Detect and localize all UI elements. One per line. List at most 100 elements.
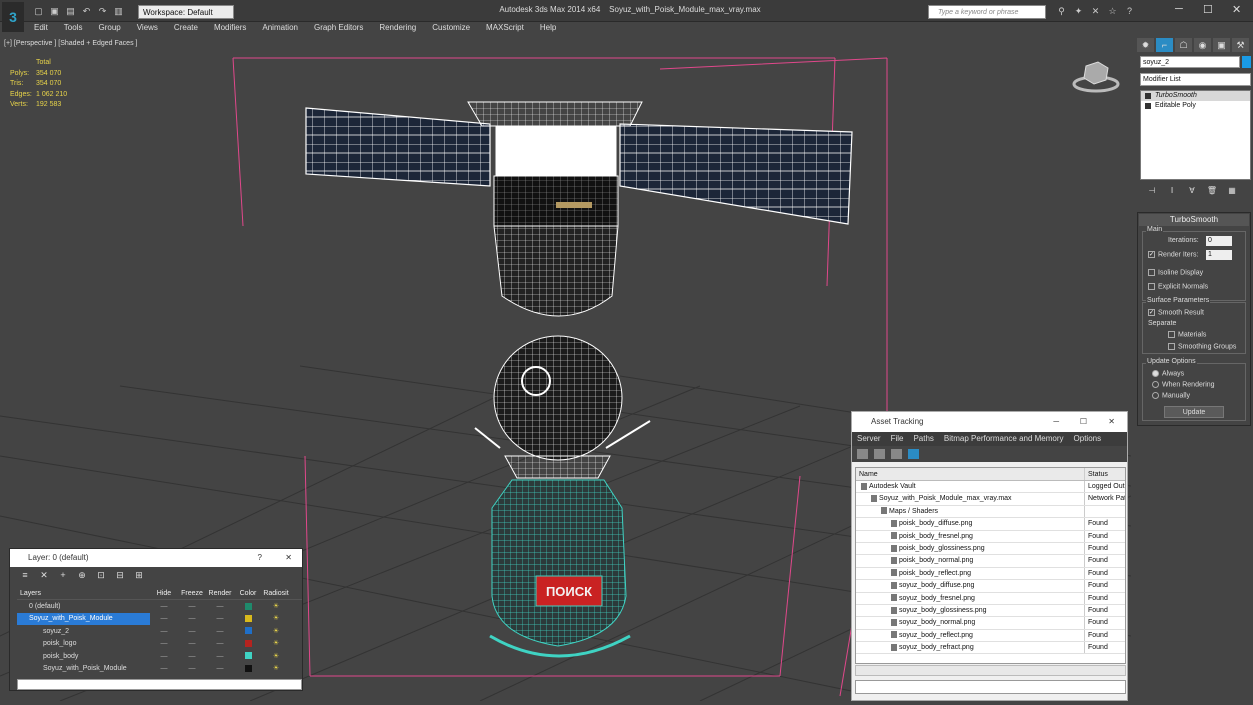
- hierarchy-tab-icon[interactable]: ☖: [1175, 38, 1192, 52]
- favorites-star-icon[interactable]: ☆: [1105, 5, 1120, 17]
- column-layers[interactable]: Layers: [17, 588, 150, 599]
- column-hide[interactable]: Hide: [150, 588, 178, 599]
- layer-name[interactable]: Soyuz_with_Poisk_Module: [17, 613, 150, 626]
- layer-freeze-toggle[interactable]: —: [178, 601, 206, 613]
- menu-maxscript[interactable]: MAXScript: [478, 22, 532, 36]
- redo-icon[interactable]: ↷: [96, 5, 109, 17]
- layer-hide-toggle[interactable]: —: [150, 651, 178, 663]
- maximize-icon[interactable]: ☐: [1080, 412, 1087, 432]
- layer-name[interactable]: Soyuz_with_Poisk_Module: [17, 663, 150, 675]
- stack-item-turbosmooth[interactable]: TurboSmooth: [1141, 91, 1250, 101]
- asset-row[interactable]: poisk_body_normal.png Found: [856, 555, 1125, 568]
- always-radio[interactable]: [1152, 370, 1159, 377]
- menu-customize[interactable]: Customize: [424, 22, 478, 36]
- asset-row[interactable]: poisk_body_diffuse.png Found: [856, 518, 1125, 531]
- asset-row[interactable]: soyuz_body_glossiness.png Found: [856, 604, 1125, 618]
- when-rendering-radio[interactable]: [1152, 381, 1159, 388]
- subscription-icon[interactable]: ✦: [1071, 5, 1086, 17]
- search-input[interactable]: Type a keyword or phrase: [928, 5, 1046, 19]
- asset-hscrollbar[interactable]: [855, 665, 1126, 676]
- manually-row[interactable]: Manually: [1152, 392, 1190, 399]
- materials-checkbox[interactable]: [1168, 331, 1175, 338]
- menu-group[interactable]: Group: [90, 22, 128, 36]
- layer-freeze-toggle[interactable]: —: [178, 651, 206, 663]
- menu-graph-editors[interactable]: Graph Editors: [306, 22, 371, 36]
- layer-render-toggle[interactable]: —: [206, 601, 234, 613]
- column-radiosity[interactable]: Radiosit: [262, 588, 290, 599]
- radiosity-icon[interactable]: ☀: [262, 638, 290, 650]
- utilities-tab-icon[interactable]: ⚒: [1232, 38, 1249, 52]
- asset-row[interactable]: soyuz_body_refract.png Found: [856, 642, 1125, 655]
- project-folder-icon[interactable]: ▥: [112, 5, 125, 17]
- binoculars-icon[interactable]: ⚲: [1054, 5, 1069, 17]
- close-icon[interactable]: ✕: [1232, 3, 1241, 16]
- layer-row[interactable]: poisk_logo — — — ☀: [17, 638, 302, 650]
- smooth-result-row[interactable]: ✓ Smooth Result: [1148, 309, 1204, 316]
- explicit-normals-row[interactable]: Explicit Normals: [1148, 283, 1208, 290]
- delete-layer-icon[interactable]: ✕: [37, 570, 51, 582]
- menu-edit[interactable]: Edit: [26, 22, 56, 36]
- iterations-spinner[interactable]: 0: [1206, 236, 1232, 246]
- layer-name[interactable]: poisk_body: [17, 651, 150, 663]
- asset-row[interactable]: Soyuz_with_Poisk_Module_max_vray.max Netw…: [856, 493, 1125, 506]
- layer-color-cell[interactable]: [234, 626, 262, 638]
- modify-tab-icon[interactable]: ⌐: [1156, 38, 1173, 52]
- always-row[interactable]: Always: [1152, 370, 1184, 377]
- show-end-result-icon[interactable]: Ⅰ: [1165, 186, 1179, 196]
- smoothing-groups-row[interactable]: Smoothing Groups: [1168, 343, 1236, 350]
- isoline-checkbox[interactable]: [1148, 269, 1155, 276]
- explicit-normals-checkbox[interactable]: [1148, 283, 1155, 290]
- display-tab-icon[interactable]: ▣: [1213, 38, 1230, 52]
- layer-render-toggle[interactable]: —: [206, 638, 234, 650]
- layer-name[interactable]: poisk_logo: [17, 638, 150, 650]
- select-highlight-icon[interactable]: ≡: [18, 570, 32, 582]
- menu-help[interactable]: Help: [532, 22, 564, 36]
- layer-hide-toggle[interactable]: —: [150, 638, 178, 650]
- isoline-row[interactable]: Isoline Display: [1148, 269, 1203, 276]
- object-name-field[interactable]: soyuz_2: [1140, 56, 1240, 68]
- viewport-label[interactable]: [+] [Perspective ] [Shaded + Edged Faces…: [4, 40, 137, 47]
- layer-color-swatch[interactable]: [244, 615, 252, 623]
- layer-hide-toggle[interactable]: —: [150, 601, 178, 613]
- layer-color-cell[interactable]: [234, 613, 262, 625]
- layer-row[interactable]: poisk_body — — — ☀: [17, 651, 302, 663]
- configure-sets-icon[interactable]: ▦: [1225, 186, 1239, 196]
- materials-row[interactable]: Materials: [1168, 331, 1206, 338]
- column-name[interactable]: Name: [856, 468, 1085, 480]
- help-icon[interactable]: ?: [258, 549, 262, 567]
- menu-views[interactable]: Views: [129, 22, 166, 36]
- layer-color-swatch[interactable]: [244, 652, 252, 660]
- layer-row[interactable]: 0 (default) — — — ☀: [17, 601, 302, 613]
- layer-hide-toggle[interactable]: —: [150, 663, 178, 675]
- asset-row[interactable]: soyuz_body_reflect.png Found: [856, 629, 1125, 643]
- layer-color-cell[interactable]: [234, 638, 262, 650]
- layer-render-toggle[interactable]: —: [206, 613, 234, 625]
- remove-modifier-icon[interactable]: 🗑: [1205, 186, 1219, 196]
- asset-row[interactable]: soyuz_body_diffuse.png Found: [856, 580, 1125, 593]
- render-iters-spinner[interactable]: 1: [1206, 250, 1232, 260]
- minimize-icon[interactable]: ─: [1175, 3, 1183, 15]
- create-layer-icon[interactable]: +: [56, 570, 70, 582]
- layer-row[interactable]: soyuz_2— — — ☀: [17, 626, 302, 638]
- menu-animation[interactable]: Animation: [254, 22, 306, 36]
- layer-freeze-toggle[interactable]: —: [178, 626, 206, 638]
- list-view-icon[interactable]: [874, 449, 885, 459]
- viewcube-icon[interactable]: [1072, 58, 1122, 94]
- menu-rendering[interactable]: Rendering: [371, 22, 424, 36]
- layer-row[interactable]: Soyuz_with_Poisk_Module — — — ☀: [17, 613, 302, 626]
- radiosity-icon[interactable]: ☀: [262, 613, 290, 625]
- asset-row[interactable]: poisk_body_fresnel.png Found: [856, 530, 1125, 543]
- radiosity-icon[interactable]: ☀: [262, 651, 290, 663]
- make-unique-icon[interactable]: ∀: [1185, 186, 1199, 196]
- menu-options[interactable]: Options: [1069, 432, 1107, 446]
- layer-freeze-toggle[interactable]: —: [178, 638, 206, 650]
- layer-hscrollbar[interactable]: [17, 679, 302, 690]
- add-to-layer-icon[interactable]: ⊕: [75, 570, 89, 582]
- menu-paths[interactable]: Paths: [908, 432, 938, 446]
- layer-titlebar[interactable]: Layer: 0 (default) ? ✕: [10, 549, 302, 567]
- menu-bitmap-performance[interactable]: Bitmap Performance and Memory: [939, 432, 1069, 446]
- hide-all-icon[interactable]: ⊞: [132, 570, 146, 582]
- layer-row[interactable]: Soyuz_with_Poisk_Module — — — ☀: [17, 663, 302, 675]
- layer-color-swatch[interactable]: [244, 664, 252, 672]
- layer-color-cell[interactable]: [234, 651, 262, 663]
